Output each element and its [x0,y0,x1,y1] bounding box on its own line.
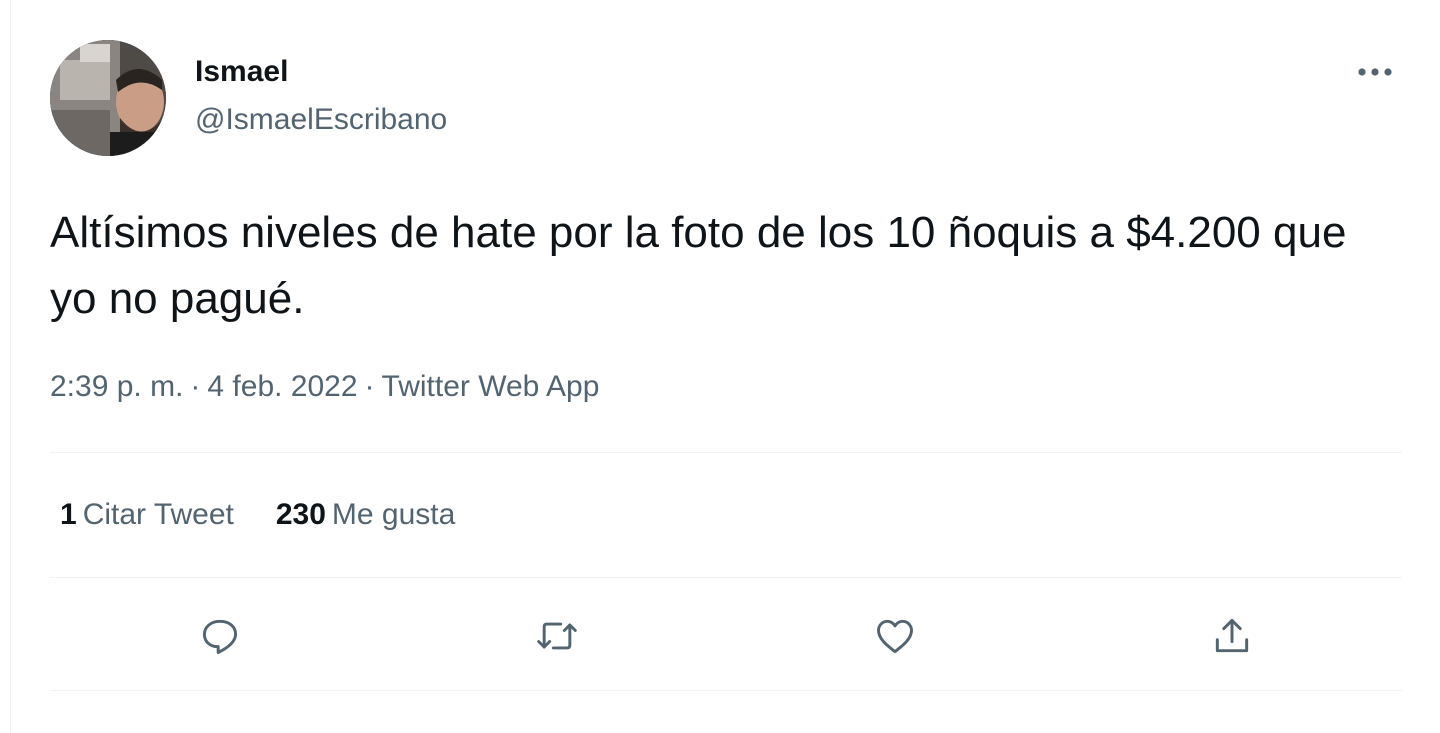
like-button[interactable] [867,608,923,664]
user-name[interactable]: Ismael [195,55,288,89]
tweet-card: Ismael @IsmaelEscribano Altísimos nivele… [50,0,1402,733]
more-options-button[interactable] [1352,52,1398,92]
likes-label: Me gusta [331,498,456,531]
retweet-button[interactable] [529,608,585,664]
more-horizontal-icon [1358,68,1392,76]
meta-separator: · [190,370,201,403]
tweet-time[interactable]: 2:39 p. m. [50,370,183,403]
tweet-stats: 1 Citar Tweet 230 Me gusta [60,498,497,532]
share-icon [1215,618,1249,653]
divider [50,452,1402,453]
page-border [10,0,11,733]
reply-button[interactable] [192,608,248,664]
divider [50,690,1402,691]
tweet-date[interactable]: 4 feb. 2022 [207,370,357,403]
tweet-metadata: 2:39 p. m. · 4 feb. 2022 · Twitter Web App [50,370,599,404]
tweet-text: Altísimos niveles de hate por la foto de… [50,208,1347,323]
quote-label: Citar Tweet [82,498,234,531]
likes-stat[interactable]: 230 Me gusta [276,498,455,532]
tweet-source[interactable]: Twitter Web App [382,370,600,403]
share-button[interactable] [1204,608,1260,664]
avatar[interactable] [50,40,166,156]
user-handle[interactable]: @IsmaelEscribano [195,103,447,137]
likes-count: 230 [275,498,326,531]
quote-tweets-stat[interactable]: 1 Citar Tweet [60,498,234,532]
meta-separator: · [364,370,375,403]
reply-icon [202,619,238,654]
avatar-photo [50,40,166,156]
quote-count: 1 [60,498,77,531]
divider [50,577,1402,578]
retweet-icon [537,622,577,650]
heart-icon [877,619,913,654]
